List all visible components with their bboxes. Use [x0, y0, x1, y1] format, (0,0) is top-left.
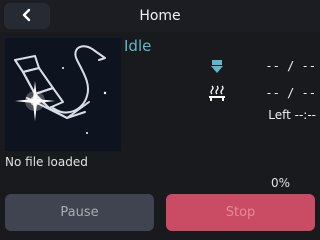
file-thumbnail-swan-logo [5, 38, 121, 151]
bed-temperature: -- / -- [265, 86, 316, 100]
print-status: Idle [124, 37, 152, 55]
top-bar: Home [0, 0, 320, 32]
pause-button-label: Pause [60, 205, 99, 220]
nozzle-heater-icon [209, 59, 225, 79]
file-name: No file loaded [5, 155, 88, 169]
stop-button-label: Stop [225, 205, 256, 220]
nozzle-temperature: -- / -- [265, 59, 316, 73]
heated-bed-icon [208, 84, 226, 106]
page-title: Home [139, 8, 181, 24]
progress-percent: 0% [270, 176, 290, 190]
stop-button[interactable]: Stop [166, 194, 315, 231]
time-left: Left --:-- [268, 108, 316, 122]
pause-button[interactable]: Pause [5, 194, 154, 231]
